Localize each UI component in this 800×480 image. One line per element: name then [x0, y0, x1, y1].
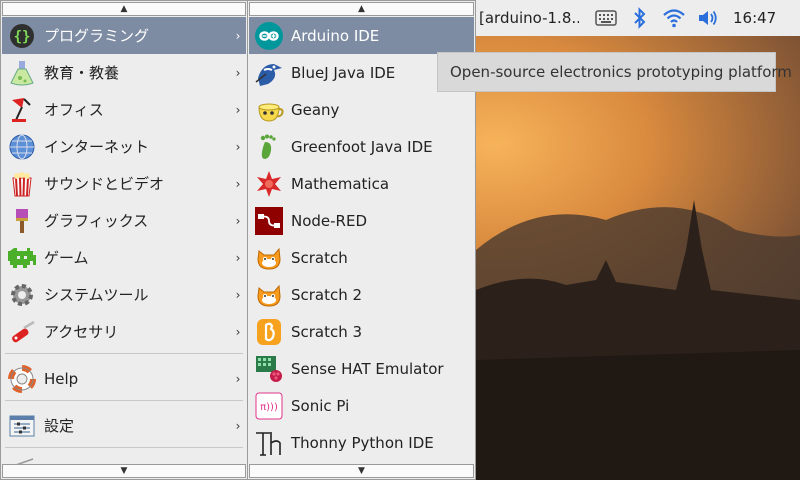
submenu-item-node-red[interactable]: Node-RED	[249, 202, 474, 239]
wallpaper-silhouette	[476, 200, 800, 480]
submenu-item-mathematica[interactable]: Mathematica	[249, 165, 474, 202]
chevron-right-icon: ›	[235, 371, 241, 386]
submenu-item-scratch3[interactable]: Scratch 3	[249, 313, 474, 350]
arduino-icon	[253, 20, 285, 52]
node-red-icon	[253, 205, 285, 237]
sound-video-icon	[6, 168, 38, 200]
mathematica-icon	[253, 168, 285, 200]
bluej-icon	[253, 57, 285, 89]
chevron-right-icon: ›	[235, 418, 241, 433]
thonny-icon	[253, 427, 285, 459]
menu-item-system-tools[interactable]: システムツール ›	[2, 276, 246, 313]
scroll-down-button[interactable]: ▼	[2, 464, 246, 478]
system-tray	[589, 3, 725, 33]
submenu-item-sense-hat[interactable]: Sense HAT Emulator	[249, 350, 474, 387]
greenfoot-icon	[253, 131, 285, 163]
education-icon	[6, 57, 38, 89]
menu-item-programming[interactable]: {} プログラミング ›	[2, 17, 246, 54]
submenu-item-geany[interactable]: Geany	[249, 91, 474, 128]
menu-item-education[interactable]: 教育・教養 ›	[2, 54, 246, 91]
geany-icon	[253, 94, 285, 126]
help-icon	[6, 363, 38, 395]
sense-hat-icon	[253, 353, 285, 385]
menu-item-games[interactable]: ゲーム ›	[2, 239, 246, 276]
bluetooth-icon[interactable]	[623, 3, 657, 33]
keyboard-icon[interactable]	[589, 3, 623, 33]
accessories-icon	[6, 316, 38, 348]
chevron-right-icon: ›	[235, 28, 241, 43]
sonic-pi-icon: π)))	[253, 390, 285, 422]
programming-icon: {}	[6, 20, 38, 52]
menu-separator	[5, 447, 243, 448]
submenu-item-scratch[interactable]: Scratch	[249, 239, 474, 276]
office-icon	[6, 94, 38, 126]
chevron-right-icon: ›	[235, 324, 241, 339]
scratch-icon	[253, 242, 285, 274]
menu-item-internet[interactable]: インターネット ›	[2, 128, 246, 165]
graphics-icon	[6, 205, 38, 237]
tooltip: Open-source electronics prototyping plat…	[437, 52, 792, 92]
scroll-up-button[interactable]: ▲	[249, 2, 474, 16]
submenu-item-greenfoot[interactable]: Greenfoot Java IDE	[249, 128, 474, 165]
chevron-right-icon: ›	[235, 176, 241, 191]
scroll-down-button[interactable]: ▼	[249, 464, 474, 478]
wifi-icon[interactable]	[657, 3, 691, 33]
chevron-right-icon: ›	[235, 65, 241, 80]
clock[interactable]: 16:47	[733, 9, 776, 27]
submenu-item-arduino[interactable]: Arduino IDE	[249, 17, 474, 54]
menu-item-help[interactable]: Help ›	[2, 360, 246, 397]
menu-separator	[5, 353, 243, 354]
menu-item-settings[interactable]: 設定 ›	[2, 407, 246, 444]
chevron-right-icon: ›	[235, 139, 241, 154]
volume-icon[interactable]	[691, 3, 725, 33]
menu-item-graphics[interactable]: グラフィックス ›	[2, 202, 246, 239]
system-tools-icon	[6, 279, 38, 311]
games-icon	[6, 242, 38, 274]
main-menu: ▲ {} プログラミング › 教育・教養 › オフィス › インターネット › …	[0, 0, 248, 480]
scratch2-icon	[253, 279, 285, 311]
chevron-right-icon: ›	[235, 213, 241, 228]
menu-item-sound-video[interactable]: サウンドとビデオ ›	[2, 165, 246, 202]
scratch3-icon	[253, 316, 285, 348]
settings-icon	[6, 410, 38, 442]
submenu-item-sonic-pi[interactable]: π))) Sonic Pi	[249, 387, 474, 424]
internet-icon	[6, 131, 38, 163]
taskbar-window-button[interactable]: [arduino-1.8...	[476, 9, 579, 27]
taskbar: [arduino-1.8... 16:47	[476, 0, 800, 36]
submenu-item-scratch2[interactable]: Scratch 2	[249, 276, 474, 313]
svg-text:π))): π)))	[260, 402, 278, 413]
chevron-right-icon: ›	[235, 102, 241, 117]
menu-item-accessories[interactable]: アクセサリ ›	[2, 313, 246, 350]
scroll-up-button[interactable]: ▲	[2, 2, 246, 16]
chevron-right-icon: ›	[235, 250, 241, 265]
menu-separator	[5, 400, 243, 401]
chevron-right-icon: ›	[235, 287, 241, 302]
svg-text:{}: {}	[14, 29, 31, 45]
submenu-item-thonny[interactable]: Thonny Python IDE	[249, 424, 474, 461]
menu-item-office[interactable]: オフィス ›	[2, 91, 246, 128]
